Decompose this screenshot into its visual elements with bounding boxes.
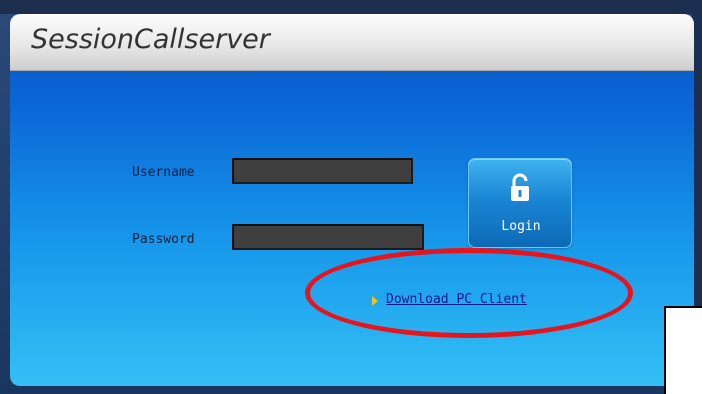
unlocked-padlock-icon <box>511 173 529 201</box>
username-field[interactable] <box>232 158 413 184</box>
login-button-label: Login <box>501 219 541 234</box>
arrow-right-icon <box>372 296 378 306</box>
overlay-box <box>664 306 702 394</box>
login-panel: SessionCallserver Username Password Logi… <box>10 14 694 386</box>
title-bar: SessionCallserver <box>10 14 694 71</box>
download-link-label: Download PC Client <box>386 292 527 307</box>
password-label: Password <box>132 232 195 247</box>
app-title: SessionCallserver <box>31 24 270 55</box>
login-button[interactable]: Login <box>468 158 572 248</box>
outer-top-strip <box>0 0 702 14</box>
password-field[interactable] <box>232 224 424 250</box>
username-label: Username <box>132 165 195 180</box>
